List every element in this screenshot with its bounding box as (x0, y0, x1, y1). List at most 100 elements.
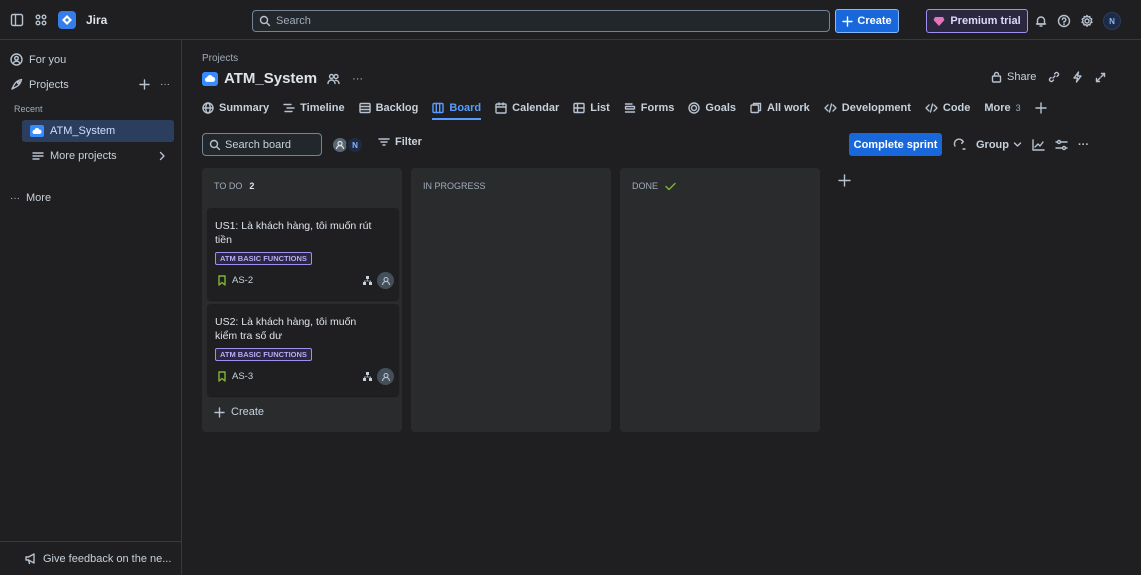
top-navigation-bar: Jira Create Premium trial N (0, 0, 1141, 40)
issue-key[interactable]: AS-3 (232, 371, 253, 382)
more-options-icon[interactable]: ··· (352, 73, 363, 85)
column-header: TO DO 2 (214, 181, 254, 191)
lock-icon (991, 71, 1002, 83)
globe-icon (202, 102, 214, 114)
help-icon[interactable] (1057, 14, 1071, 28)
done-check-icon (665, 182, 676, 191)
app-switcher-icon[interactable] (34, 13, 48, 27)
sidebar-item-more-projects[interactable]: More projects (32, 150, 166, 162)
tab-backlog[interactable]: Backlog (358, 96, 419, 120)
tab-board[interactable]: Board (432, 96, 481, 120)
issue-meta (362, 368, 394, 385)
premium-trial-button[interactable]: Premium trial (926, 9, 1028, 33)
tab-forms[interactable]: Forms (624, 96, 674, 120)
global-search-input[interactable] (276, 15, 796, 27)
issue-key[interactable]: AS-2 (232, 275, 253, 286)
filter-button[interactable]: Filter (378, 136, 422, 148)
sidebar-item-projects[interactable]: Projects ··· (10, 78, 170, 91)
issue-footer: AS-2 (217, 275, 253, 286)
all-work-icon (750, 102, 762, 114)
issue-meta (362, 272, 394, 289)
add-column-plus-icon[interactable] (836, 172, 852, 188)
add-tab-plus-icon[interactable] (1034, 102, 1047, 114)
complete-sprint-button[interactable]: Complete sprint (849, 133, 942, 156)
avatar-filter-group: N (331, 136, 364, 154)
more-dots-icon: ··· (10, 192, 20, 204)
issue-card[interactable]: US1: Là khách hàng, tôi muốn rút tiền AT… (207, 208, 399, 300)
plus-icon (214, 406, 225, 418)
feedback-link[interactable]: Give feedback on the ne... (0, 541, 181, 575)
sidebar-item-atm-system[interactable]: ATM_System (22, 120, 174, 142)
tab-more[interactable]: More 3 (984, 96, 1020, 120)
subtasks-hierarchy-icon[interactable] (362, 275, 373, 286)
sidebar-item-label: More (26, 192, 52, 204)
subtasks-hierarchy-icon[interactable] (362, 371, 373, 382)
board-search-input[interactable] (225, 138, 320, 151)
sidebar-item-more[interactable]: ··· More (10, 192, 51, 204)
tab-label: Development (841, 102, 911, 114)
tab-label: List (590, 102, 610, 114)
story-bookmark-icon (217, 371, 227, 382)
view-settings-icon[interactable] (1055, 139, 1068, 151)
assignee-avatar[interactable] (377, 368, 394, 385)
notifications-bell-icon[interactable] (1034, 14, 1048, 28)
issue-title: US2: Là khách hàng, tôi muốn kiểm tra số… (215, 316, 357, 342)
board-toolbar-right: Group ··· (953, 133, 1089, 156)
premium-trial-label: Premium trial (950, 15, 1021, 27)
issue-title: US1: Là khách hàng, tôi muốn rút tiền (215, 220, 372, 246)
sidebar: For you Projects ··· Recent ATM_System M… (0, 40, 182, 575)
list-icon (573, 102, 585, 114)
development-icon (824, 102, 837, 114)
insights-chart-icon[interactable] (1032, 138, 1045, 151)
search-icon (259, 15, 271, 27)
link-icon[interactable] (1048, 71, 1060, 83)
tab-goals[interactable]: Goals (688, 96, 736, 120)
tab-label: More (984, 102, 1011, 114)
sidebar-toggle-icon[interactable] (10, 13, 24, 27)
group-dropdown[interactable]: Group (976, 139, 1022, 151)
lightning-icon[interactable] (1072, 71, 1083, 83)
board-search-field[interactable] (202, 133, 322, 156)
more-options-icon[interactable]: ··· (160, 79, 170, 90)
chevron-down-icon (1013, 141, 1022, 148)
tab-list[interactable]: List (573, 96, 610, 120)
epic-label[interactable]: ATM BASIC FUNCTIONS (215, 252, 312, 265)
more-options-icon[interactable]: ··· (1078, 139, 1089, 151)
assignee-avatar[interactable] (377, 272, 394, 289)
settings-gear-icon[interactable] (1080, 14, 1094, 28)
user-avatar[interactable]: N (1103, 12, 1121, 30)
tab-all-work[interactable]: All work (750, 96, 810, 120)
sidebar-item-for-you[interactable]: For you (10, 53, 66, 66)
code-icon (925, 102, 938, 114)
tab-summary[interactable]: Summary (202, 96, 269, 120)
project-tabs: Summary Timeline Backlog Board Calendar … (202, 96, 1047, 120)
app-name[interactable]: Jira (86, 13, 107, 27)
breadcrumb[interactable]: Projects (202, 53, 238, 64)
add-project-plus-icon[interactable] (139, 79, 150, 90)
column-issue-count: 2 (249, 181, 255, 191)
backlog-icon (358, 102, 371, 114)
team-icon[interactable] (327, 73, 340, 85)
jira-logo-icon[interactable] (58, 11, 76, 29)
create-button[interactable]: Create (835, 9, 899, 33)
tab-label: Code (942, 102, 971, 114)
tab-label: Backlog (375, 102, 419, 114)
tab-timeline[interactable]: Timeline (283, 96, 345, 120)
feedback-label: Give feedback on the ne... (43, 552, 172, 565)
goals-icon (688, 102, 701, 114)
megaphone-icon (24, 552, 37, 565)
expand-icon[interactable] (1095, 72, 1106, 83)
issue-card[interactable]: US2: Là khách hàng, tôi muốn kiểm tra số… (207, 304, 399, 396)
story-bookmark-icon (217, 275, 227, 286)
epic-label[interactable]: ATM BASIC FUNCTIONS (215, 348, 312, 361)
create-issue-button[interactable]: Create (214, 406, 264, 418)
sprint-loop-icon[interactable] (953, 138, 966, 151)
share-button[interactable]: Share (991, 71, 1036, 83)
tab-code[interactable]: Code (925, 96, 971, 120)
column-header: DONE (632, 181, 676, 191)
user-avatar-filter[interactable]: N (346, 136, 364, 154)
tab-calendar[interactable]: Calendar (495, 96, 559, 120)
tab-development[interactable]: Development (824, 96, 911, 120)
group-label: Group (976, 138, 1009, 151)
global-search-bar[interactable] (252, 10, 830, 32)
